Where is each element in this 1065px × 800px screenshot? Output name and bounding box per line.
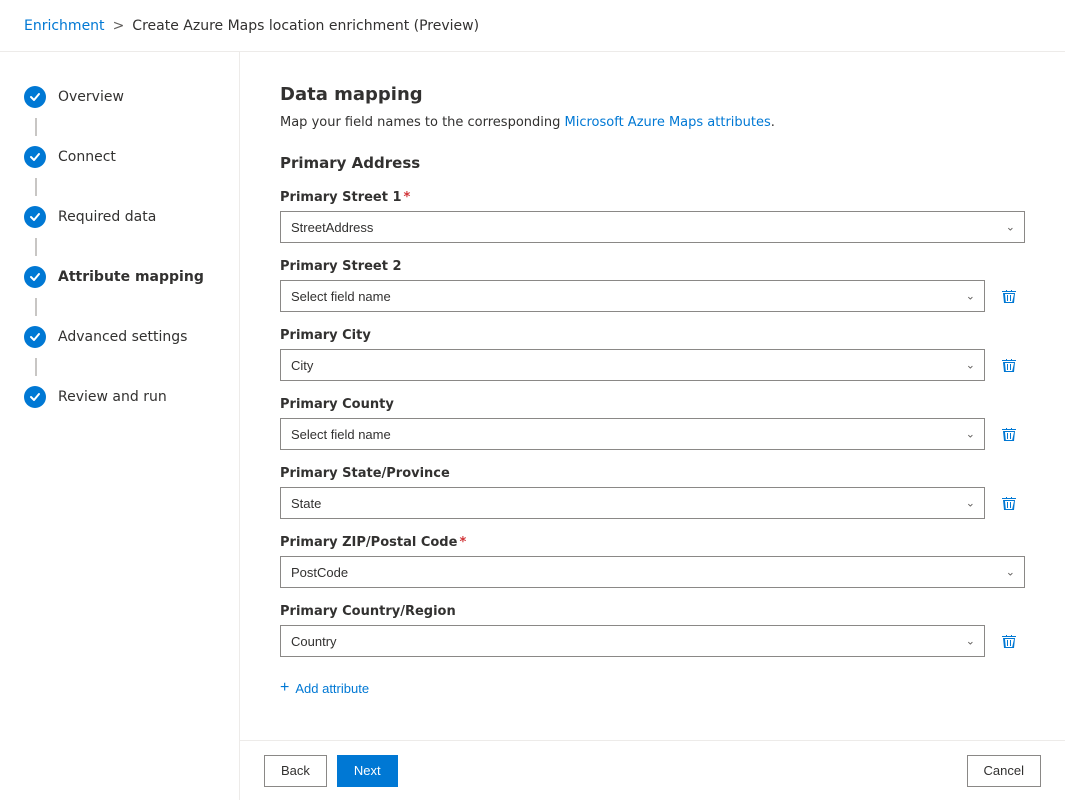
subsection-title: Primary Address xyxy=(280,154,1025,172)
field-group-primary-zip: Primary ZIP/Postal Code * PostCode ⌄ xyxy=(280,535,1025,588)
field-group-primary-street-1: Primary Street 1 * StreetAddress ⌄ xyxy=(280,190,1025,243)
sidebar-item-connect[interactable]: Connect xyxy=(0,136,239,178)
field-label-primary-county: Primary County xyxy=(280,397,1025,412)
sidebar-item-advanced-settings[interactable]: Advanced settings xyxy=(0,316,239,358)
add-attribute-button[interactable]: + Add attribute xyxy=(280,673,369,703)
field-group-primary-city: Primary City City ⌄ xyxy=(280,328,1025,381)
required-star-zip: * xyxy=(459,535,466,550)
sidebar-label-attribute-mapping: Attribute mapping xyxy=(58,269,204,285)
sidebar-label-required-data: Required data xyxy=(58,209,156,225)
field-row-primary-city: City ⌄ xyxy=(280,349,1025,381)
select-wrapper-primary-zip: PostCode ⌄ xyxy=(280,556,1025,588)
description-link[interactable]: Microsoft Azure Maps attributes xyxy=(565,115,771,130)
select-primary-county[interactable]: Select field name xyxy=(280,418,985,450)
field-row-primary-street-2: Select field name ⌄ xyxy=(280,280,1025,312)
field-label-primary-country: Primary Country/Region xyxy=(280,604,1025,619)
field-group-primary-county: Primary County Select field name ⌄ xyxy=(280,397,1025,450)
field-label-primary-city: Primary City xyxy=(280,328,1025,343)
description-text: Map your field names to the correspondin… xyxy=(280,115,565,130)
select-primary-street-2[interactable]: Select field name xyxy=(280,280,985,312)
select-primary-zip[interactable]: PostCode xyxy=(280,556,1025,588)
content-body: Data mapping Map your field names to the… xyxy=(240,52,1065,740)
step-icon-advanced-settings xyxy=(24,326,46,348)
sidebar-item-review-and-run[interactable]: Review and run xyxy=(0,376,239,418)
step-connector-5 xyxy=(35,358,37,376)
select-primary-country[interactable]: Country xyxy=(280,625,985,657)
header: Enrichment > Create Azure Maps location … xyxy=(0,0,1065,52)
select-wrapper-primary-street-2: Select field name ⌄ xyxy=(280,280,985,312)
sidebar: Overview Connect Required data Attribute… xyxy=(0,52,240,800)
required-star-street1: * xyxy=(404,190,411,205)
footer-left: Back Next xyxy=(264,755,398,787)
step-connector-2 xyxy=(35,178,37,196)
delete-button-primary-county[interactable] xyxy=(993,418,1025,450)
step-icon-review-and-run xyxy=(24,386,46,408)
content-area: Data mapping Map your field names to the… xyxy=(240,52,1065,800)
next-button[interactable]: Next xyxy=(337,755,398,787)
field-label-primary-state: Primary State/Province xyxy=(280,466,1025,481)
sidebar-label-connect: Connect xyxy=(58,149,116,165)
step-icon-required-data xyxy=(24,206,46,228)
sidebar-label-review-and-run: Review and run xyxy=(58,389,167,405)
step-connector-4 xyxy=(35,298,37,316)
delete-button-primary-country[interactable] xyxy=(993,625,1025,657)
field-label-primary-zip: Primary ZIP/Postal Code * xyxy=(280,535,1025,550)
select-wrapper-primary-county: Select field name ⌄ xyxy=(280,418,985,450)
plus-icon: + xyxy=(280,679,289,697)
select-wrapper-primary-street-1: StreetAddress ⌄ xyxy=(280,211,1025,243)
footer: Back Next Cancel xyxy=(240,740,1065,800)
breadcrumb-current: Create Azure Maps location enrichment (P… xyxy=(132,18,479,34)
sidebar-item-overview[interactable]: Overview xyxy=(0,76,239,118)
select-wrapper-primary-country: Country ⌄ xyxy=(280,625,985,657)
field-group-primary-street-2: Primary Street 2 Select field name ⌄ xyxy=(280,259,1025,312)
back-button[interactable]: Back xyxy=(264,755,327,787)
breadcrumb-separator: > xyxy=(113,18,125,34)
step-connector-3 xyxy=(35,238,37,256)
select-primary-state[interactable]: State xyxy=(280,487,985,519)
sidebar-item-attribute-mapping[interactable]: Attribute mapping xyxy=(0,256,239,298)
field-row-primary-street-1: StreetAddress ⌄ xyxy=(280,211,1025,243)
section-description: Map your field names to the correspondin… xyxy=(280,115,1025,130)
description-end: . xyxy=(771,115,775,130)
field-row-primary-zip: PostCode ⌄ xyxy=(280,556,1025,588)
field-label-primary-street-2: Primary Street 2 xyxy=(280,259,1025,274)
section-title: Data mapping xyxy=(280,84,1025,105)
field-label-primary-street-1: Primary Street 1 * xyxy=(280,190,1025,205)
step-connector-1 xyxy=(35,118,37,136)
field-row-primary-state: State ⌄ xyxy=(280,487,1025,519)
delete-button-primary-street-2[interactable] xyxy=(993,280,1025,312)
add-attribute-label: Add attribute xyxy=(295,681,369,696)
select-primary-street-1[interactable]: StreetAddress xyxy=(280,211,1025,243)
main-layout: Overview Connect Required data Attribute… xyxy=(0,52,1065,800)
select-primary-city[interactable]: City xyxy=(280,349,985,381)
delete-button-primary-city[interactable] xyxy=(993,349,1025,381)
select-wrapper-primary-city: City ⌄ xyxy=(280,349,985,381)
breadcrumb-parent[interactable]: Enrichment xyxy=(24,18,105,34)
field-group-primary-state: Primary State/Province State ⌄ xyxy=(280,466,1025,519)
sidebar-label-overview: Overview xyxy=(58,89,124,105)
sidebar-item-required-data[interactable]: Required data xyxy=(0,196,239,238)
cancel-button[interactable]: Cancel xyxy=(967,755,1041,787)
delete-button-primary-state[interactable] xyxy=(993,487,1025,519)
step-icon-overview xyxy=(24,86,46,108)
step-icon-attribute-mapping xyxy=(24,266,46,288)
step-icon-connect xyxy=(24,146,46,168)
footer-right: Cancel xyxy=(967,755,1041,787)
field-row-primary-county: Select field name ⌄ xyxy=(280,418,1025,450)
select-wrapper-primary-state: State ⌄ xyxy=(280,487,985,519)
field-row-primary-country: Country ⌄ xyxy=(280,625,1025,657)
sidebar-label-advanced-settings: Advanced settings xyxy=(58,329,187,345)
field-group-primary-country: Primary Country/Region Country ⌄ xyxy=(280,604,1025,657)
